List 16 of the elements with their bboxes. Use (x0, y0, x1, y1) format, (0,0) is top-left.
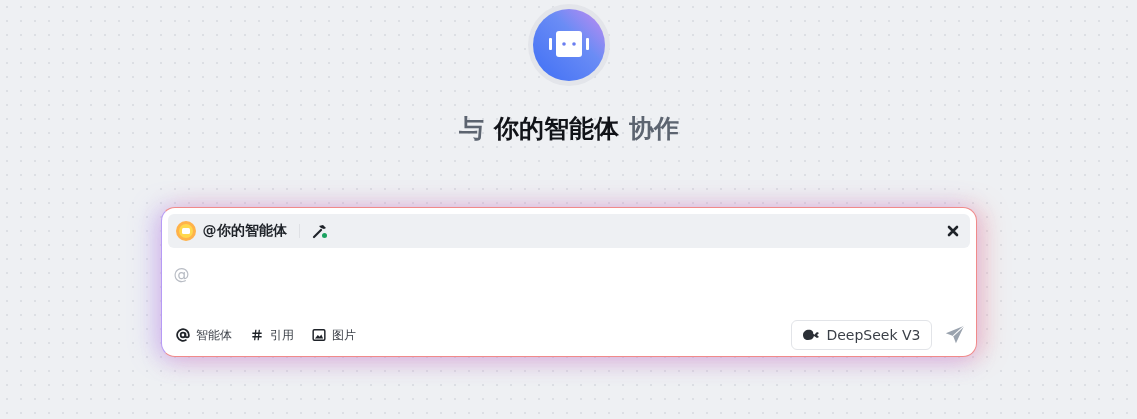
at-icon (175, 328, 190, 342)
mention-label: @你的智能体 (202, 222, 287, 240)
toolbar-button[interactable]: 引用 (249, 326, 294, 344)
heading-text: 与 (458, 113, 484, 145)
model-select-button[interactable]: DeepSeek V3 (791, 320, 932, 350)
whale-icon (802, 328, 821, 342)
image-icon (311, 328, 326, 342)
toolbar-button[interactable]: 图片 (311, 326, 356, 344)
heading-agent-text: 你的智能体 (493, 113, 619, 145)
hammer-icon[interactable] (311, 223, 328, 239)
heading-text: 协作 (628, 113, 679, 145)
robot-avatar-icon (532, 9, 605, 81)
agent-avatar-icon (175, 221, 196, 241)
toolbar-button[interactable]: 智能体 (175, 326, 232, 344)
close-button[interactable] (945, 224, 960, 238)
hash-icon (249, 328, 264, 342)
